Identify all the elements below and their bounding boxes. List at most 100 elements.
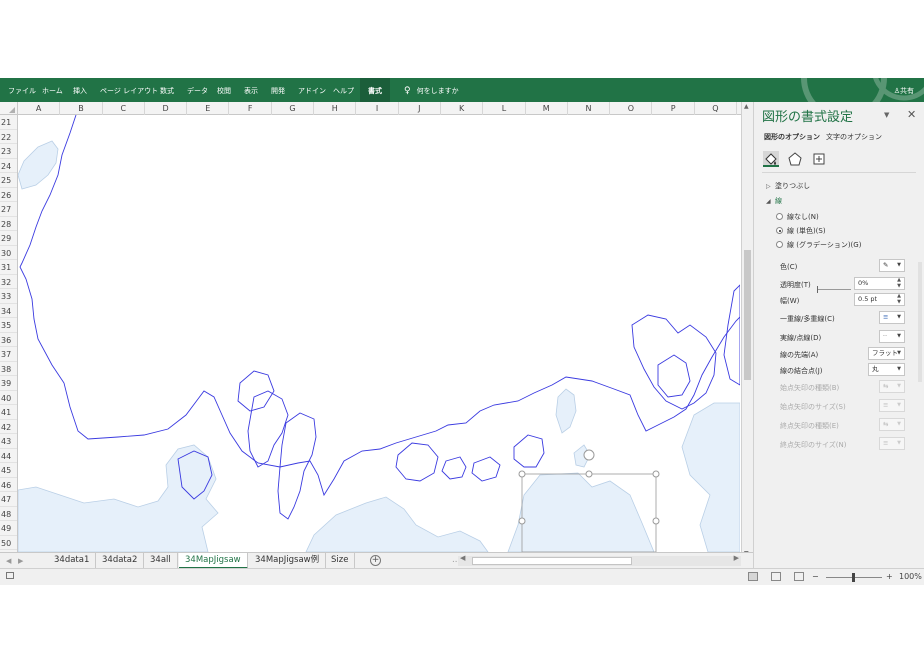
tab-help[interactable]: ヘルプ xyxy=(333,78,354,102)
zoom-out-button[interactable]: − xyxy=(812,571,819,583)
line-section-header[interactable]: ◢ 線 xyxy=(766,196,782,206)
macro-record-icon[interactable] xyxy=(6,572,14,579)
row-header-49[interactable]: 49 xyxy=(0,521,17,536)
size-properties-icon[interactable] xyxy=(811,151,827,167)
column-header-k[interactable]: K xyxy=(441,102,484,115)
column-header-o[interactable]: O xyxy=(610,102,653,115)
radio-gradient-line[interactable]: 線 (グラデーション)(G) xyxy=(776,240,861,250)
column-header-j[interactable]: J xyxy=(399,102,441,115)
tab-addins[interactable]: アドイン xyxy=(298,78,326,102)
horizontal-scroll-thumb[interactable] xyxy=(472,557,632,565)
column-header-e[interactable]: E xyxy=(187,102,230,115)
tab-text-options[interactable]: 文字のオプション xyxy=(826,132,882,142)
row-header-26[interactable]: 26 xyxy=(0,188,17,202)
tab-home[interactable]: ホーム xyxy=(42,78,63,102)
spin-icon[interactable]: ▲ ▼ xyxy=(897,293,901,305)
sheet-prev-icon[interactable]: ◀ xyxy=(6,553,11,569)
row-header-41[interactable]: 41 xyxy=(0,405,17,420)
dash-type-dropdown[interactable]: ┄ ▼ xyxy=(879,330,905,343)
close-icon[interactable]: ✕ xyxy=(907,108,916,121)
tab-formulas[interactable]: 数式 xyxy=(160,78,174,102)
row-header-45[interactable]: 45 xyxy=(0,463,17,478)
sheet-tab-34mapjigsaw[interactable]: 34MapJigsaw xyxy=(179,553,248,569)
zoom-slider-knob[interactable] xyxy=(852,573,855,582)
row-header-42[interactable]: 42 xyxy=(0,420,17,434)
pane-scrollbar[interactable] xyxy=(918,262,922,382)
scroll-up-icon[interactable]: ▲ xyxy=(744,103,749,110)
tab-page-layout[interactable]: ページ レイアウト xyxy=(100,78,158,102)
row-header-32[interactable]: 32 xyxy=(0,275,17,289)
row-header-27[interactable]: 27 xyxy=(0,202,17,217)
tab-format[interactable]: 書式 xyxy=(360,78,390,102)
page-layout-view-icon[interactable] xyxy=(771,572,781,581)
page-break-view-icon[interactable] xyxy=(794,572,804,581)
tab-review[interactable]: 校閲 xyxy=(217,78,231,102)
column-header-f[interactable]: F xyxy=(230,102,272,115)
sheet-tab-34all[interactable]: 34all xyxy=(144,553,178,569)
row-header-36[interactable]: 36 xyxy=(0,333,17,347)
tab-developer[interactable]: 開発 xyxy=(271,78,285,102)
row-header-46[interactable]: 46 xyxy=(0,478,17,492)
transparency-slider[interactable] xyxy=(817,286,851,293)
sheet-tab-34data1[interactable]: 34data1 xyxy=(48,553,97,569)
fill-section-header[interactable]: ▷ 塗りつぶし xyxy=(766,181,810,191)
sheet-tab-size[interactable]: Size xyxy=(325,553,356,569)
column-header-a[interactable]: A xyxy=(18,102,61,115)
column-header-c[interactable]: C xyxy=(103,102,145,115)
spin-icon[interactable]: ▲ ▼ xyxy=(897,277,901,289)
transparency-input[interactable]: 0% ▲ ▼ xyxy=(854,277,905,290)
row-header-35[interactable]: 35 xyxy=(0,318,17,333)
row-header-47[interactable]: 47 xyxy=(0,492,17,507)
radio-solid-line[interactable]: 線 (単色)(S) xyxy=(776,226,826,236)
cap-type-dropdown[interactable]: フラット ▼ xyxy=(868,347,905,360)
color-picker[interactable]: ✎ ▼ xyxy=(879,259,905,272)
tell-me-search[interactable]: ♀ 何をしますか xyxy=(404,78,459,102)
zoom-level[interactable]: 100% xyxy=(899,571,922,583)
row-header-24[interactable]: 24 xyxy=(0,159,17,173)
worksheet-grid[interactable] xyxy=(18,115,740,552)
row-header-25[interactable]: 25 xyxy=(0,173,17,188)
vertical-scrollbar[interactable]: ▲ ▼ xyxy=(741,102,753,558)
row-header-33[interactable]: 33 xyxy=(0,289,17,304)
row-header-43[interactable]: 43 xyxy=(0,434,17,449)
normal-view-icon[interactable] xyxy=(748,572,758,581)
column-header-i[interactable]: I xyxy=(356,102,399,115)
row-header-38[interactable]: 38 xyxy=(0,362,17,376)
tab-insert[interactable]: 挿入 xyxy=(73,78,87,102)
column-header-n[interactable]: N xyxy=(568,102,611,115)
row-header-28[interactable]: 28 xyxy=(0,217,17,231)
row-header-22[interactable]: 22 xyxy=(0,130,17,144)
row-header-30[interactable]: 30 xyxy=(0,246,17,260)
tab-view[interactable]: 表示 xyxy=(244,78,258,102)
pane-options-icon[interactable]: ▼ xyxy=(884,111,889,119)
sheet-next-icon[interactable]: ▶ xyxy=(18,553,23,569)
sheet-tab-34mapjigsaw-example[interactable]: 34MapJigsaw例 xyxy=(249,553,327,569)
column-header-p[interactable]: P xyxy=(653,102,695,115)
select-all-button[interactable] xyxy=(0,102,18,115)
row-header-44[interactable]: 44 xyxy=(0,449,17,463)
sheet-tab-34data2[interactable]: 34data2 xyxy=(96,553,145,569)
radio-no-line[interactable]: 線なし(N) xyxy=(776,212,819,222)
column-header-h[interactable]: H xyxy=(314,102,357,115)
column-header-b[interactable]: B xyxy=(60,102,103,115)
column-header-q[interactable]: Q xyxy=(695,102,738,115)
effects-icon[interactable] xyxy=(787,151,803,167)
row-header-29[interactable]: 29 xyxy=(0,231,17,246)
tab-shape-options[interactable]: 図形のオプション xyxy=(764,132,820,142)
row-header-37[interactable]: 37 xyxy=(0,347,17,362)
row-header-34[interactable]: 34 xyxy=(0,304,17,318)
tab-file[interactable]: ファイル xyxy=(8,78,36,102)
column-header-m[interactable]: M xyxy=(526,102,568,115)
row-header-23[interactable]: 23 xyxy=(0,144,17,159)
fill-line-icon[interactable] xyxy=(763,151,779,167)
row-header-31[interactable]: 31 xyxy=(0,260,17,275)
row-header-48[interactable]: 48 xyxy=(0,507,17,521)
compound-type-dropdown[interactable]: ≡ ▼ xyxy=(879,311,905,324)
tab-data[interactable]: データ xyxy=(187,78,208,102)
horizontal-scrollbar[interactable]: ◀ ▶ xyxy=(458,554,741,566)
join-type-dropdown[interactable]: 丸 ▼ xyxy=(868,363,905,376)
width-input[interactable]: 0.5 pt ▲ ▼ xyxy=(854,293,905,306)
row-header-50[interactable]: 50 xyxy=(0,536,17,550)
zoom-in-button[interactable]: + xyxy=(886,571,893,583)
row-header-39[interactable]: 39 xyxy=(0,376,17,391)
